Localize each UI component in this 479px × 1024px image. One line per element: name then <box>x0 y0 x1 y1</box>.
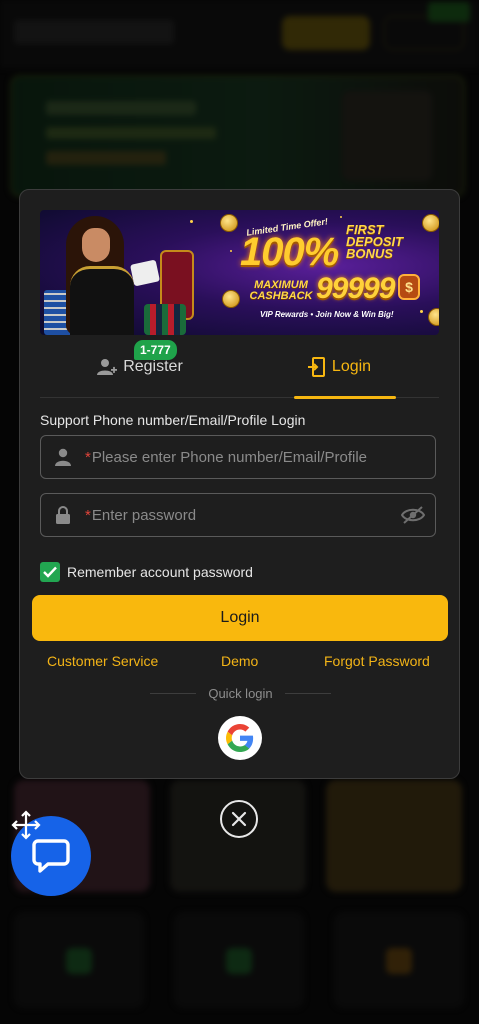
chat-bubble-icon <box>32 839 70 873</box>
promo-percent: 100% <box>240 230 339 274</box>
lock-icon <box>41 506 85 524</box>
quick-login-divider: Quick login <box>20 686 461 701</box>
remember-label: Remember account password <box>67 564 253 580</box>
close-icon <box>231 811 247 827</box>
promo-cashback-amount: 99999 <box>316 272 395 305</box>
demo-link[interactable]: Demo <box>221 653 258 669</box>
person-add-icon <box>97 357 118 377</box>
remember-checkbox[interactable] <box>40 562 60 582</box>
username-field[interactable]: * <box>40 435 436 479</box>
eye-off-icon[interactable] <box>391 506 435 524</box>
required-mark: * <box>85 448 91 466</box>
google-icon <box>226 724 254 752</box>
promo-cashback-label: MAXIMUM CASHBACK <box>249 279 313 302</box>
customer-service-link[interactable]: Customer Service <box>47 653 158 669</box>
close-modal-button[interactable] <box>220 800 258 838</box>
login-button[interactable]: Login <box>32 595 448 641</box>
dollar-shield-icon: $ <box>398 274 420 300</box>
tab-login[interactable]: Login <box>240 336 439 399</box>
username-input[interactable] <box>91 437 435 477</box>
required-mark: * <box>85 506 91 524</box>
register-badge: 1-777 <box>134 340 177 360</box>
promo-tagline: VIP Rewards • Join Now & Win Big! <box>260 310 394 319</box>
password-input[interactable] <box>91 495 391 535</box>
remember-password-row[interactable]: Remember account password <box>40 562 253 582</box>
google-login-button[interactable] <box>218 716 262 760</box>
quick-login-label: Quick login <box>208 686 273 701</box>
login-modal: Limited Time Offer! 100% FIRST DEPOSIT B… <box>19 189 460 779</box>
tab-login-label: Login <box>331 358 372 375</box>
door-login-icon <box>307 357 326 377</box>
divider-line <box>150 693 197 694</box>
password-field[interactable]: * <box>40 493 436 537</box>
promo-first-deposit: FIRST DEPOSIT BONUS <box>346 222 404 261</box>
tab-register-label: Register <box>123 358 183 375</box>
promo-banner[interactable]: Limited Time Offer! 100% FIRST DEPOSIT B… <box>40 210 439 335</box>
auth-tabs: Register 1-777 Login <box>40 336 439 399</box>
move-arrows-icon[interactable] <box>11 810 41 840</box>
person-icon <box>41 448 85 466</box>
support-label: Support Phone number/Email/Profile Login <box>40 412 306 428</box>
divider-line <box>284 693 331 694</box>
tab-active-indicator <box>294 396 396 399</box>
forgot-password-link[interactable]: Forgot Password <box>324 653 430 669</box>
checkmark-icon <box>43 566 57 578</box>
